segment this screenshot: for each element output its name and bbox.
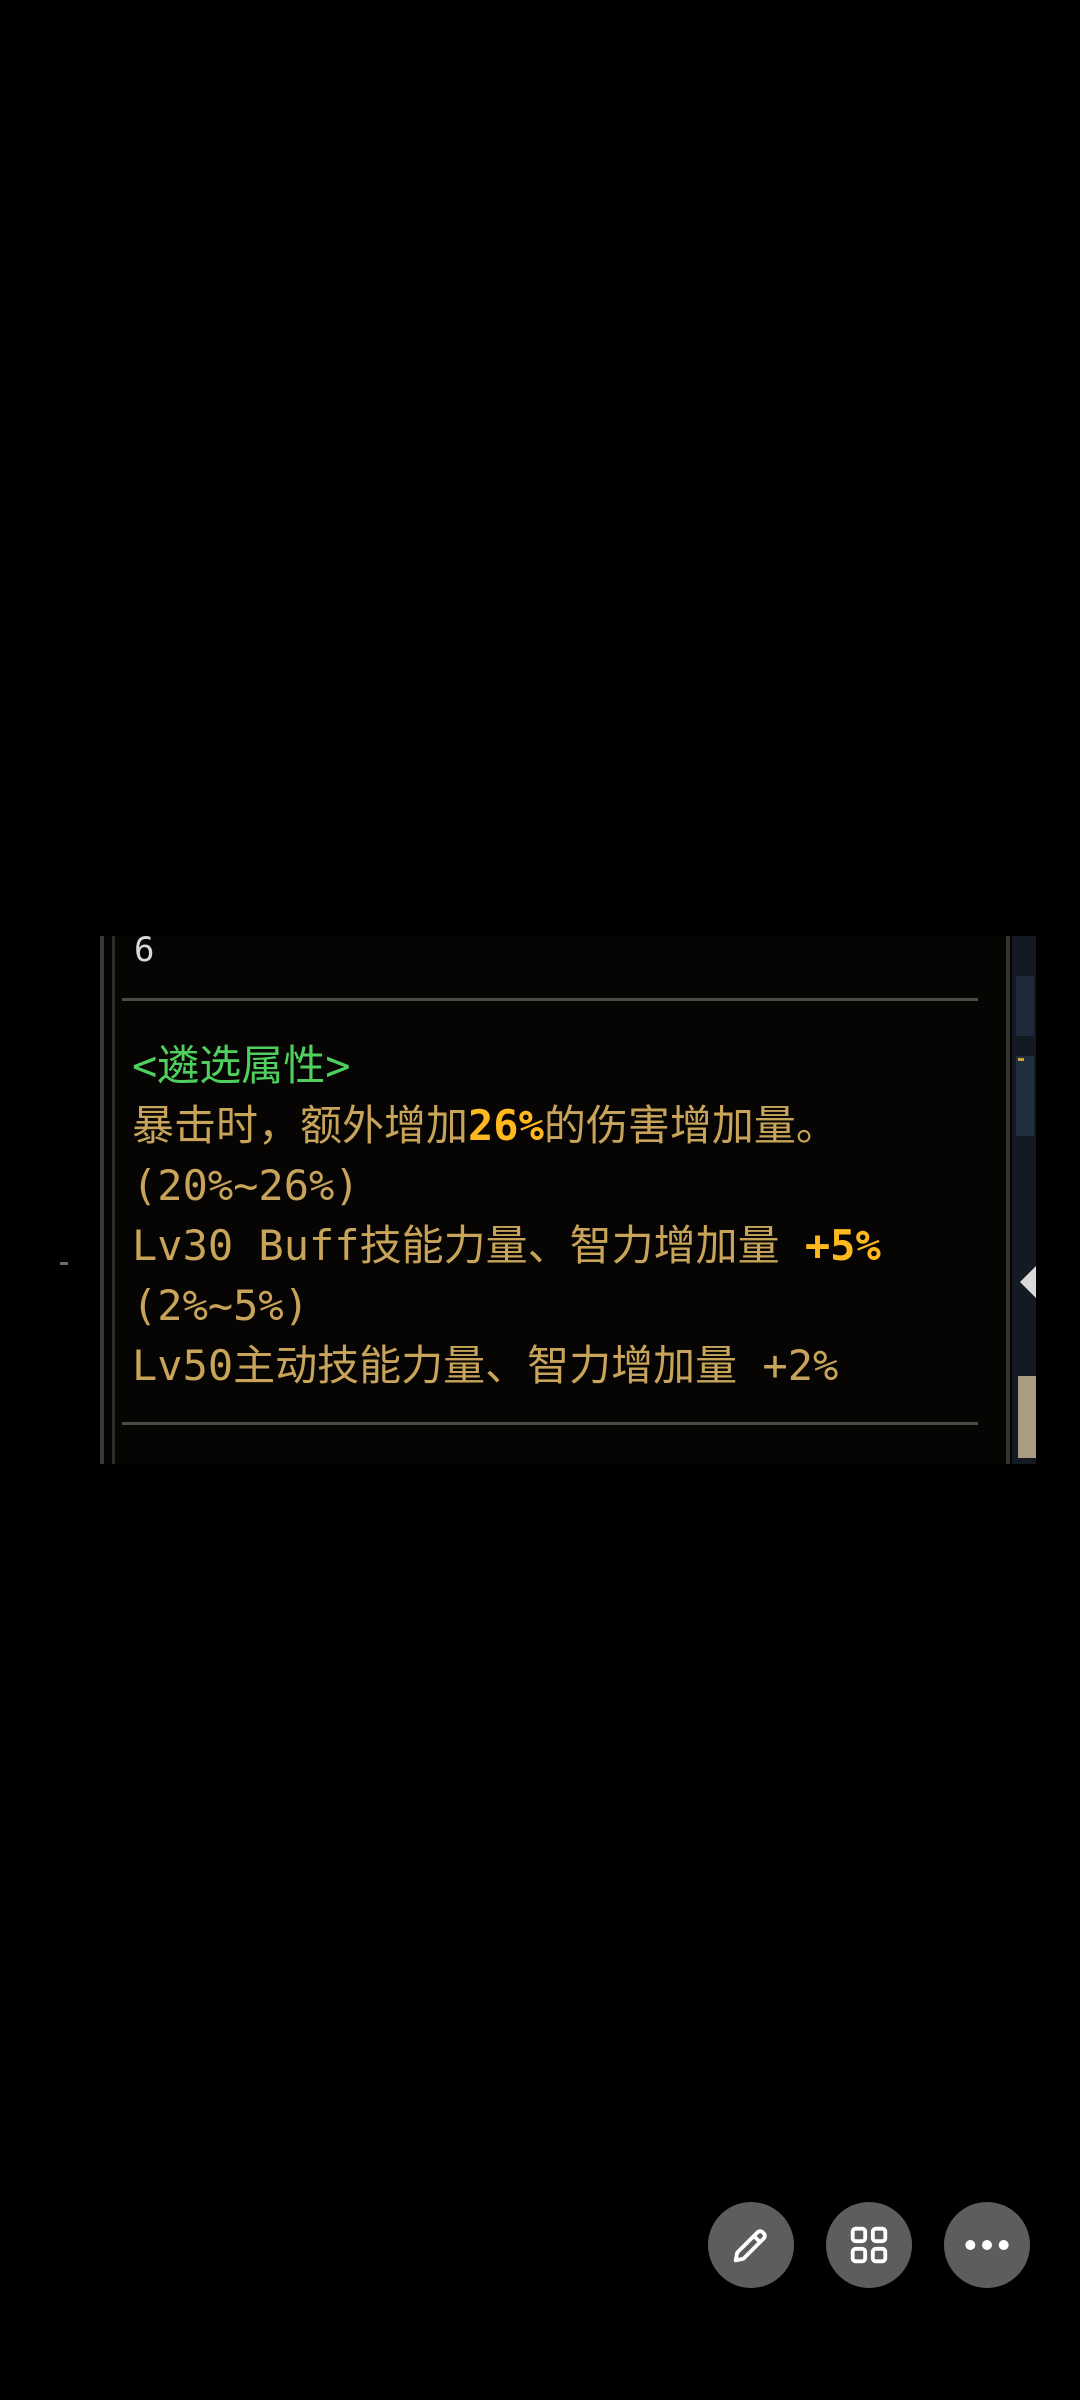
attr1-value: 26% [468,1101,544,1150]
strip-block [1018,1376,1036,1458]
edge-mark [60,1262,68,1265]
section-title: <遴选属性> [132,1041,351,1090]
side-panel-strip [1012,936,1036,1464]
strip-segment [1016,1056,1034,1136]
strip-segment [1016,976,1034,1036]
divider-top [122,998,978,1001]
more-button[interactable] [944,2202,1030,2288]
pencil-icon [733,2229,767,2263]
attr2-prefix: Lv30 Buff技能力量、智力增加量 [132,1221,805,1270]
cut-off-text: 6 [134,930,155,970]
attr2-value: +5% [804,1221,881,1270]
screen: 6 <遴选属性> 暴击时，额外增加26%的伤害增加量。 (20%~26%) Lv… [0,0,1080,2400]
attribute-range-1: (20%~26%) [132,1161,360,1210]
edit-button[interactable] [708,2202,794,2288]
divider-bottom [122,1422,978,1425]
collapse-arrow-icon[interactable] [1020,1266,1036,1298]
apps-button[interactable] [826,2202,912,2288]
strip-dot [1018,1058,1024,1061]
tooltip-right-border [1006,936,1010,1464]
tooltip-left-border [100,936,104,1464]
attribute-line-2: Lv30 Buff技能力量、智力增加量 +5% [132,1220,881,1272]
attribute-line-1: 暴击时，额外增加26%的伤害增加量。 [132,1100,838,1152]
item-tooltip: 6 <遴选属性> 暴击时，额外增加26%的伤害增加量。 (20%~26%) Lv… [100,930,1036,1464]
tooltip-left-inner-border [112,936,115,1464]
grid-icon [850,2226,888,2264]
attribute-line-3: Lv50主动技能力量、智力增加量 +2% [132,1341,839,1390]
more-dots-icon [965,2240,1009,2250]
attr1-prefix: 暴击时，额外增加 [132,1101,469,1150]
attribute-range-2: (2%~5%) [132,1281,310,1330]
attr1-suffix: 的伤害增加量。 [543,1101,838,1150]
